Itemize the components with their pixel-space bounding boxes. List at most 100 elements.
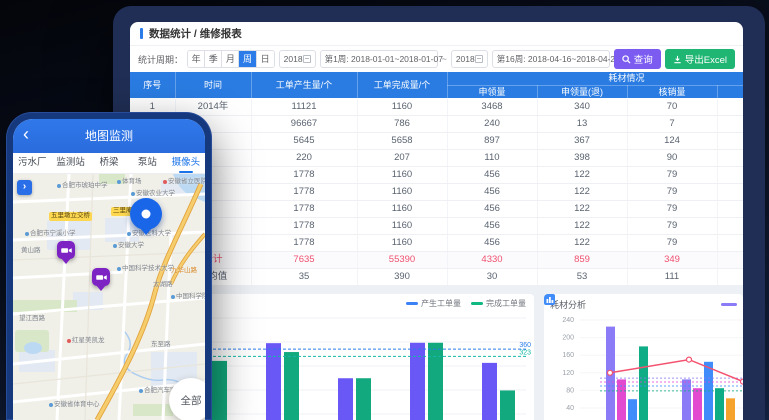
map-expand-button[interactable]: › bbox=[17, 180, 32, 195]
svg-text:160: 160 bbox=[562, 352, 574, 359]
period-week[interactable]: 周 bbox=[239, 51, 256, 67]
tab-bridge[interactable]: 桥梁 bbox=[90, 153, 128, 173]
map-label: 东至路 bbox=[151, 342, 171, 349]
table-row: 177811604561227967 bbox=[130, 166, 743, 183]
map-canvas[interactable]: 合肥市琥珀中学体育场安徽农业大学安徽省立医院五里墩立交桥三里庵合肥市宁溪小学安徽… bbox=[13, 174, 205, 420]
week-from-value: 第1周: 2018-01-01~2018-01-07 bbox=[325, 53, 443, 65]
breadcrumb: 数据统计 / 维修报表 bbox=[130, 22, 743, 46]
report-table-wrap: 序号 时间 工单产生量/个 工单完成量/个 耗材情况 申领量 申领量(退) 核销… bbox=[130, 72, 743, 286]
camera-icon bbox=[61, 246, 72, 255]
report-table: 序号 时间 工单产生量/个 工单完成量/个 耗材情况 申领量 申领量(退) 核销… bbox=[130, 72, 743, 286]
map-label: 合肥市琥珀中学 bbox=[57, 183, 108, 190]
tab-camera[interactable]: 摄像头 bbox=[167, 153, 205, 173]
camera-pin[interactable] bbox=[92, 268, 110, 286]
download-icon bbox=[673, 55, 682, 64]
map-label: 黄山路 bbox=[21, 248, 41, 255]
sub-header-writtenoff: 核销量 bbox=[627, 85, 717, 98]
table-row: 96667786240137690 bbox=[130, 115, 743, 132]
col-header-index: 序号 bbox=[130, 72, 175, 98]
breadcrumb-text: 数据统计 / 维修报表 bbox=[149, 26, 242, 41]
svg-text:80: 80 bbox=[566, 387, 574, 394]
export-excel-button[interactable]: 导出Excel bbox=[665, 49, 735, 69]
table-row: 177811604561227967 bbox=[130, 200, 743, 217]
avg-row: 平均值35390305311114 bbox=[130, 268, 743, 285]
period-month[interactable]: 月 bbox=[222, 51, 239, 67]
svg-text:40: 40 bbox=[566, 405, 574, 412]
camera-icon bbox=[96, 273, 107, 282]
week-from-input[interactable]: 第1周: 2018-01-01~2018-01-07 bbox=[320, 50, 438, 68]
period-label: 统计周期： bbox=[138, 53, 183, 66]
back-icon[interactable]: ‹ bbox=[23, 119, 29, 153]
calendar-icon bbox=[303, 55, 311, 63]
consumables-chart-header: 耗材分析 bbox=[544, 294, 743, 310]
map-label: 红星美凯龙 bbox=[67, 338, 105, 345]
map-label: 安徽省体育中心 bbox=[49, 402, 100, 409]
phone-screen: ‹ 地图监测 污水厂 监测站 桥梁 泵站 摄像头 bbox=[13, 119, 205, 420]
table-row: 177811604561227967 bbox=[130, 217, 743, 234]
consumables-chart-card: 耗材分析 240 200 160 120 80 40 bbox=[544, 294, 743, 420]
tab-pump-station[interactable]: 泵站 bbox=[128, 153, 166, 173]
sub-header-requested: 申领量 bbox=[447, 85, 537, 98]
calendar-icon bbox=[475, 55, 483, 63]
year-from-value: 2018 bbox=[284, 54, 303, 64]
selected-location-marker[interactable] bbox=[130, 198, 162, 230]
chart-icon bbox=[544, 294, 555, 305]
consumables-chart-title: 耗材分析 bbox=[550, 298, 586, 311]
legend-swatch bbox=[721, 303, 737, 306]
year-to-select[interactable]: 2018 bbox=[451, 50, 488, 68]
legend-item: 产生工单量 bbox=[406, 298, 461, 309]
period-quarter[interactable]: 季 bbox=[205, 51, 222, 67]
table-row: 177811604561227967 bbox=[130, 183, 743, 200]
dashboard-window: 数据统计 / 维修报表 统计周期： 年 季 月 周 日 2018 第1周: 20… bbox=[130, 22, 743, 420]
sub-header-total: 总量 bbox=[717, 85, 743, 98]
period-day[interactable]: 日 bbox=[257, 51, 274, 67]
map-label: 安徽大学 bbox=[113, 243, 144, 250]
year-from-select[interactable]: 2018 bbox=[279, 50, 316, 68]
chart-legend: 产生工单量完成工单量 bbox=[406, 298, 526, 309]
col-group-consumables: 耗材情况 bbox=[447, 72, 743, 85]
svg-text:360: 360 bbox=[519, 342, 531, 349]
col-header-completed: 工单完成量/个 bbox=[357, 72, 447, 98]
map-label: 中国科学技术大学 bbox=[117, 266, 174, 273]
map-label: 安徽省立医院 bbox=[163, 179, 205, 186]
search-icon bbox=[622, 55, 631, 64]
breadcrumb-accent bbox=[140, 28, 143, 39]
sub-header-returned: 申领量(退) bbox=[537, 85, 627, 98]
all-filter-button[interactable]: 全部 bbox=[169, 378, 205, 420]
phone-app-header: ‹ 地图监测 bbox=[13, 119, 205, 153]
svg-text:323: 323 bbox=[519, 349, 531, 356]
filter-bar: 统计周期： 年 季 月 周 日 2018 第1周: 2018-01-01~201… bbox=[130, 46, 743, 72]
phone-page-title: 地图监测 bbox=[85, 129, 133, 143]
legend-item: 完成工单量 bbox=[471, 298, 526, 309]
period-segmented-control: 年 季 月 周 日 bbox=[187, 50, 275, 68]
phone-tab-bar: 污水厂 监测站 桥梁 泵站 摄像头 bbox=[13, 153, 205, 174]
total-row: 合计763555390433085934933 bbox=[130, 251, 743, 268]
export-excel-label: 导出Excel bbox=[685, 52, 727, 66]
map-label: 九华山路 bbox=[171, 268, 197, 275]
table-row: 12014年111211160346834070250 bbox=[130, 98, 743, 115]
tab-sewage-plant[interactable]: 污水厂 bbox=[13, 153, 51, 173]
week-to-input[interactable]: 第16周: 2018-04-16~2018-04-22 bbox=[492, 50, 610, 68]
map-label: 合肥市宁溪小学 bbox=[25, 231, 76, 238]
table-row: 177811604561227967 bbox=[130, 234, 743, 251]
map-label: 安徽农业大学 bbox=[131, 191, 175, 198]
svg-text:240: 240 bbox=[562, 317, 574, 324]
consumables-bar-line-chart: 240 200 160 120 80 40 bbox=[544, 294, 743, 420]
map-label: 中国科学院 bbox=[171, 294, 205, 301]
table-row: 2202071103989019 bbox=[130, 149, 743, 166]
map-label: 五里墩立交桥 bbox=[49, 212, 92, 221]
col-header-created: 工单产生量/个 bbox=[251, 72, 357, 98]
query-button-label: 查询 bbox=[634, 52, 653, 66]
tab-monitoring-station[interactable]: 监测站 bbox=[51, 153, 89, 173]
col-header-time: 时间 bbox=[175, 72, 251, 98]
svg-text:200: 200 bbox=[562, 335, 574, 342]
map-label: 望江西路 bbox=[19, 316, 45, 323]
camera-pin[interactable] bbox=[57, 241, 75, 259]
map-label: 体育场 bbox=[117, 179, 142, 186]
period-year[interactable]: 年 bbox=[188, 51, 205, 67]
query-button[interactable]: 查询 bbox=[614, 49, 661, 69]
map-label: 太湖路 bbox=[153, 282, 173, 289]
svg-text:120: 120 bbox=[562, 370, 574, 377]
week-to-value: 第16周: 2018-04-16~2018-04-22 bbox=[497, 53, 620, 65]
year-to-value: 2018 bbox=[456, 54, 475, 64]
